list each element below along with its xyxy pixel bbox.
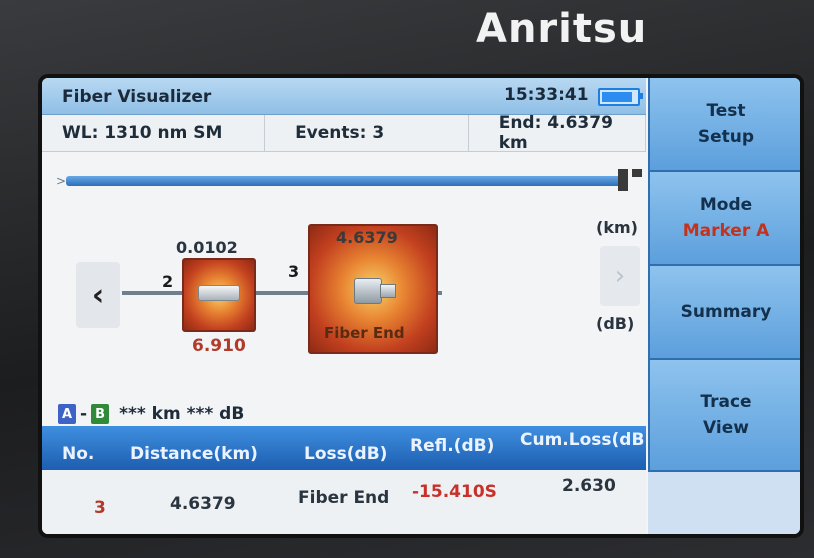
- event-table-header: No. Distance(km) Loss(dB) Refl.(dB) Cum.…: [42, 426, 652, 470]
- loss-unit: (dB): [596, 314, 635, 333]
- brand-logo: Anritsu: [476, 6, 648, 52]
- softkey-label: Mode: [699, 195, 753, 215]
- col-loss: Loss(dB): [304, 444, 388, 464]
- event-2-distance: 0.0102: [176, 238, 238, 257]
- end-distance: End: 4.6379 km: [469, 113, 646, 153]
- marker-dash: -: [80, 404, 88, 424]
- row-refl: -15.410S: [412, 482, 497, 502]
- title-bar: Fiber Visualizer 15:33:41: [42, 78, 646, 115]
- event-2-loss: 6.910: [192, 336, 246, 356]
- event-2-number: 2: [162, 272, 174, 291]
- row-distance: 4.6379: [170, 494, 236, 514]
- distance-unit: (km): [596, 218, 638, 237]
- col-cumloss: Cum.Loss(dB): [520, 430, 653, 450]
- softkey-panel: Test Setup Mode Marker A Summary Trace V…: [648, 78, 800, 534]
- battery-icon: [598, 88, 643, 106]
- summary-button[interactable]: Summary: [648, 266, 800, 360]
- row-cumloss: 2.630: [562, 476, 616, 496]
- clock: 15:33:41: [504, 85, 589, 105]
- mode-button[interactable]: Mode Marker A: [648, 172, 800, 266]
- softkey-label: Test: [706, 101, 746, 121]
- wavelength-info: WL: 1310 nm SM: [42, 115, 266, 151]
- chevron-right-icon[interactable]: ›: [600, 246, 640, 306]
- col-refl: Refl.(dB): [410, 436, 495, 456]
- marker-readout-text: *** km *** dB: [119, 404, 245, 424]
- marker-a-icon: A: [58, 404, 76, 424]
- mode-value: Marker A: [682, 221, 770, 241]
- app-title: Fiber Visualizer: [62, 87, 212, 107]
- device-screen: Fiber Visualizer 15:33:41 WL: 1310 nm SM…: [42, 78, 800, 534]
- col-distance: Distance(km): [130, 444, 258, 464]
- event-3-distance: 4.6379: [336, 228, 398, 247]
- info-bar: WL: 1310 nm SM Events: 3 End: 4.6379 km: [42, 113, 646, 153]
- softkey-label: View: [703, 418, 749, 438]
- events-count: Events: 3: [265, 115, 469, 151]
- range-handle[interactable]: [618, 169, 628, 191]
- splice-icon: [198, 285, 240, 301]
- table-row[interactable]: 3 4.6379 Fiber End -15.410S 2.630: [42, 470, 646, 534]
- softkey-label: Trace: [700, 392, 752, 412]
- range-start-icon: >: [56, 174, 67, 188]
- test-setup-button[interactable]: Test Setup: [648, 78, 800, 172]
- marker-b-icon: B: [91, 404, 110, 424]
- connector-icon: [344, 274, 396, 306]
- softkey-label: Setup: [697, 127, 755, 147]
- zoom-range-bar[interactable]: [66, 176, 626, 186]
- range-end-flag-icon: [632, 169, 642, 177]
- row-no: 3: [94, 498, 106, 518]
- row-loss: Fiber End: [298, 488, 390, 508]
- softkey-label: Summary: [680, 302, 772, 322]
- event-3-number: 3: [288, 262, 300, 281]
- trace-view-button[interactable]: Trace View: [648, 360, 800, 472]
- chevron-left-icon[interactable]: ‹: [76, 262, 120, 328]
- col-no: No.: [62, 444, 95, 464]
- marker-readout: A - B *** km *** dB: [58, 404, 244, 424]
- event-3-label: Fiber End: [324, 324, 405, 342]
